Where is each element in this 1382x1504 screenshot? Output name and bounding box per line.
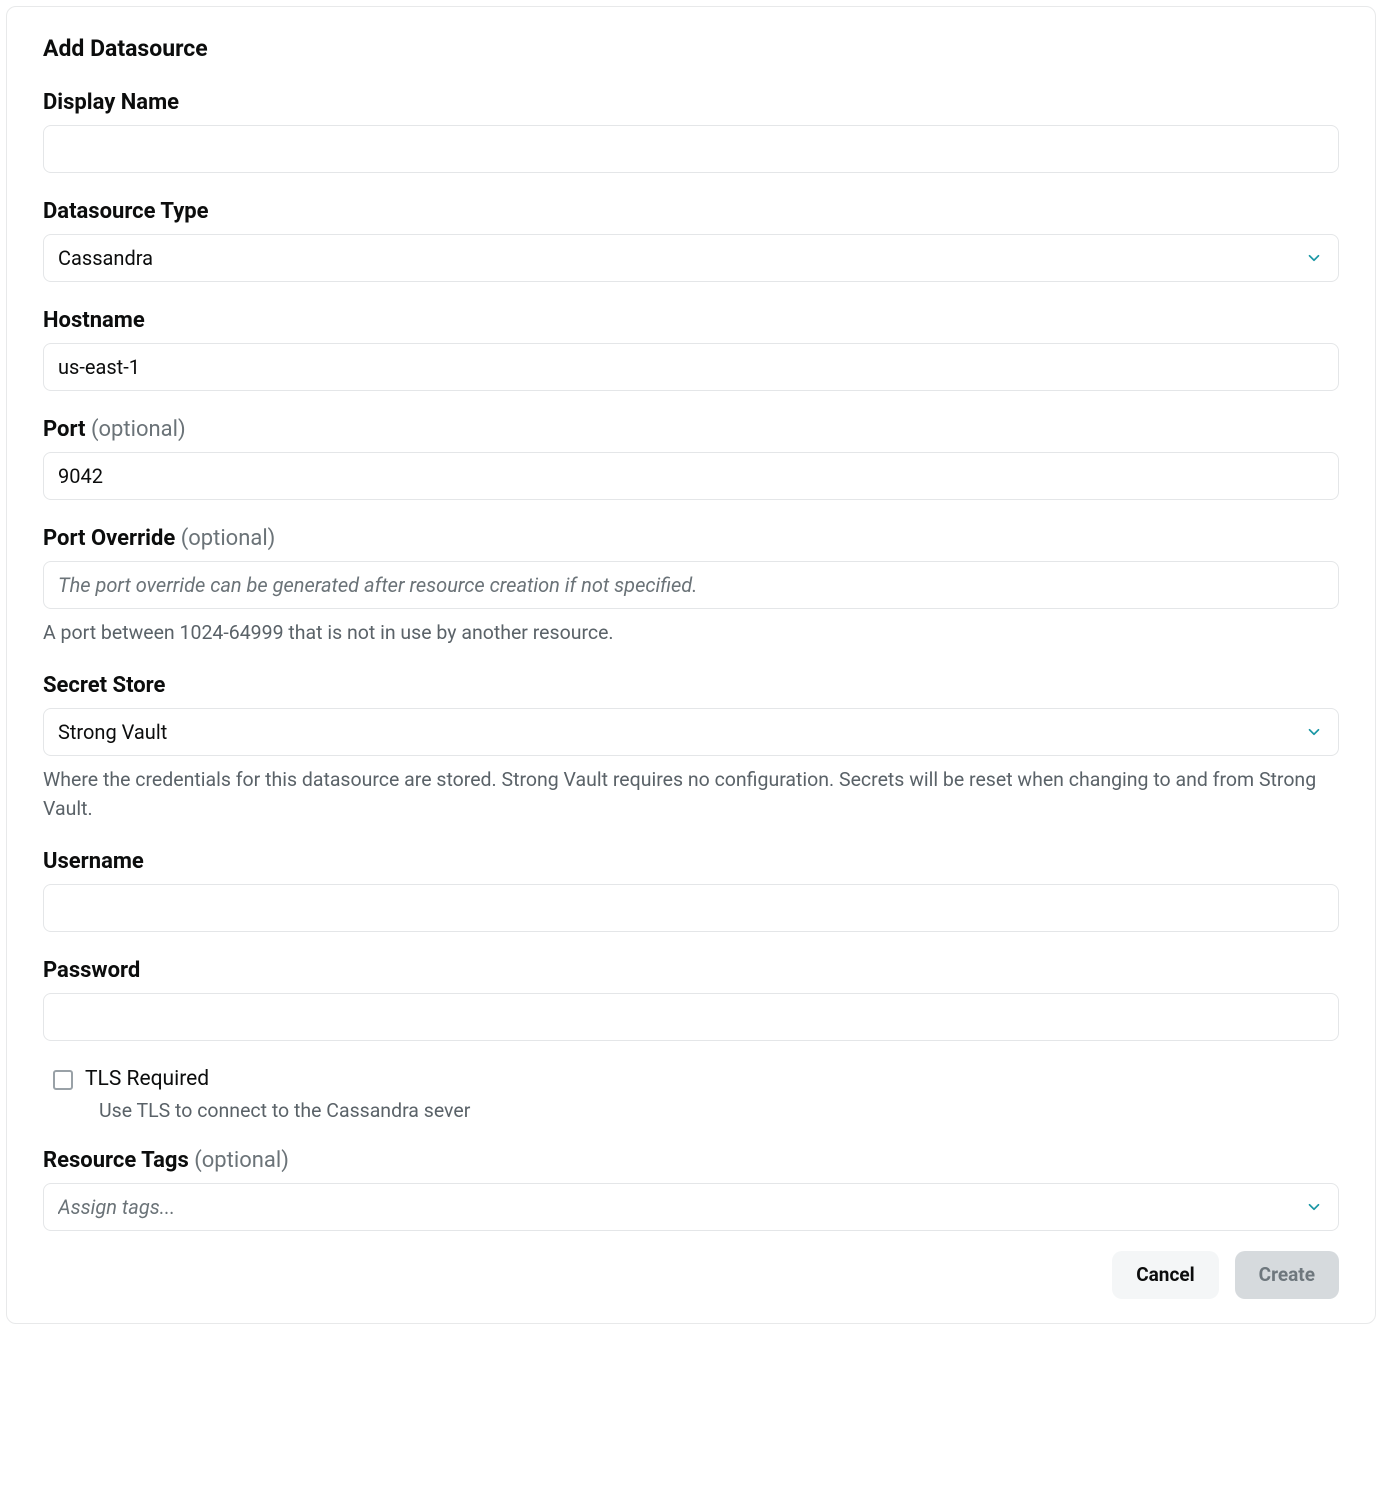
datasource-type-label: Datasource Type	[43, 199, 1339, 224]
secret-store-select[interactable]: Strong Vault	[43, 708, 1339, 756]
add-datasource-panel: Add Datasource Display Name Datasource T…	[6, 6, 1376, 1324]
hostname-label: Hostname	[43, 308, 1339, 333]
port-override-help: A port between 1024-64999 that is not in…	[43, 619, 1339, 647]
field-port: Port (optional)	[43, 417, 1339, 500]
resource-tags-input[interactable]	[43, 1183, 1339, 1231]
field-password: Password	[43, 958, 1339, 1041]
field-secret-store: Secret Store Strong Vault Where the cred…	[43, 673, 1339, 823]
field-port-override: Port Override (optional) A port between …	[43, 526, 1339, 647]
port-label: Port (optional)	[43, 417, 1339, 442]
tls-required-help: Use TLS to connect to the Cassandra seve…	[85, 1099, 470, 1122]
port-label-text: Port	[43, 417, 91, 442]
resource-tags-label-text: Resource Tags	[43, 1148, 194, 1173]
datasource-type-select-wrap: Cassandra	[43, 234, 1339, 282]
panel-title: Add Datasource	[43, 35, 1339, 62]
resource-tags-optional-text: (optional)	[194, 1148, 289, 1173]
resource-tags-select-wrap	[43, 1183, 1339, 1231]
port-input[interactable]	[43, 452, 1339, 500]
port-override-input[interactable]	[43, 561, 1339, 609]
datasource-type-select[interactable]: Cassandra	[43, 234, 1339, 282]
tls-checkbox-row: TLS Required Use TLS to connect to the C…	[43, 1067, 1339, 1122]
display-name-label: Display Name	[43, 90, 1339, 115]
password-label: Password	[43, 958, 1339, 983]
field-hostname: Hostname	[43, 308, 1339, 391]
field-tls-required: TLS Required Use TLS to connect to the C…	[43, 1067, 1339, 1122]
port-override-optional-text: (optional)	[181, 526, 276, 551]
resource-tags-label: Resource Tags (optional)	[43, 1148, 1339, 1173]
field-resource-tags: Resource Tags (optional)	[43, 1148, 1339, 1231]
username-label: Username	[43, 849, 1339, 874]
tls-required-checkbox[interactable]	[53, 1070, 73, 1090]
field-display-name: Display Name	[43, 90, 1339, 173]
hostname-input[interactable]	[43, 343, 1339, 391]
create-button[interactable]: Create	[1235, 1251, 1339, 1299]
panel-footer: Cancel Create	[43, 1251, 1339, 1299]
cancel-button[interactable]: Cancel	[1112, 1251, 1218, 1299]
tls-required-label[interactable]: TLS Required	[85, 1067, 470, 1091]
port-override-label: Port Override (optional)	[43, 526, 1339, 551]
display-name-input[interactable]	[43, 125, 1339, 173]
port-optional-text: (optional)	[91, 417, 186, 442]
field-datasource-type: Datasource Type Cassandra	[43, 199, 1339, 282]
tls-texts: TLS Required Use TLS to connect to the C…	[85, 1067, 470, 1122]
secret-store-select-wrap: Strong Vault	[43, 708, 1339, 756]
secret-store-label: Secret Store	[43, 673, 1339, 698]
password-input[interactable]	[43, 993, 1339, 1041]
username-input[interactable]	[43, 884, 1339, 932]
port-override-label-text: Port Override	[43, 526, 181, 551]
field-username: Username	[43, 849, 1339, 932]
secret-store-help: Where the credentials for this datasourc…	[43, 766, 1339, 823]
